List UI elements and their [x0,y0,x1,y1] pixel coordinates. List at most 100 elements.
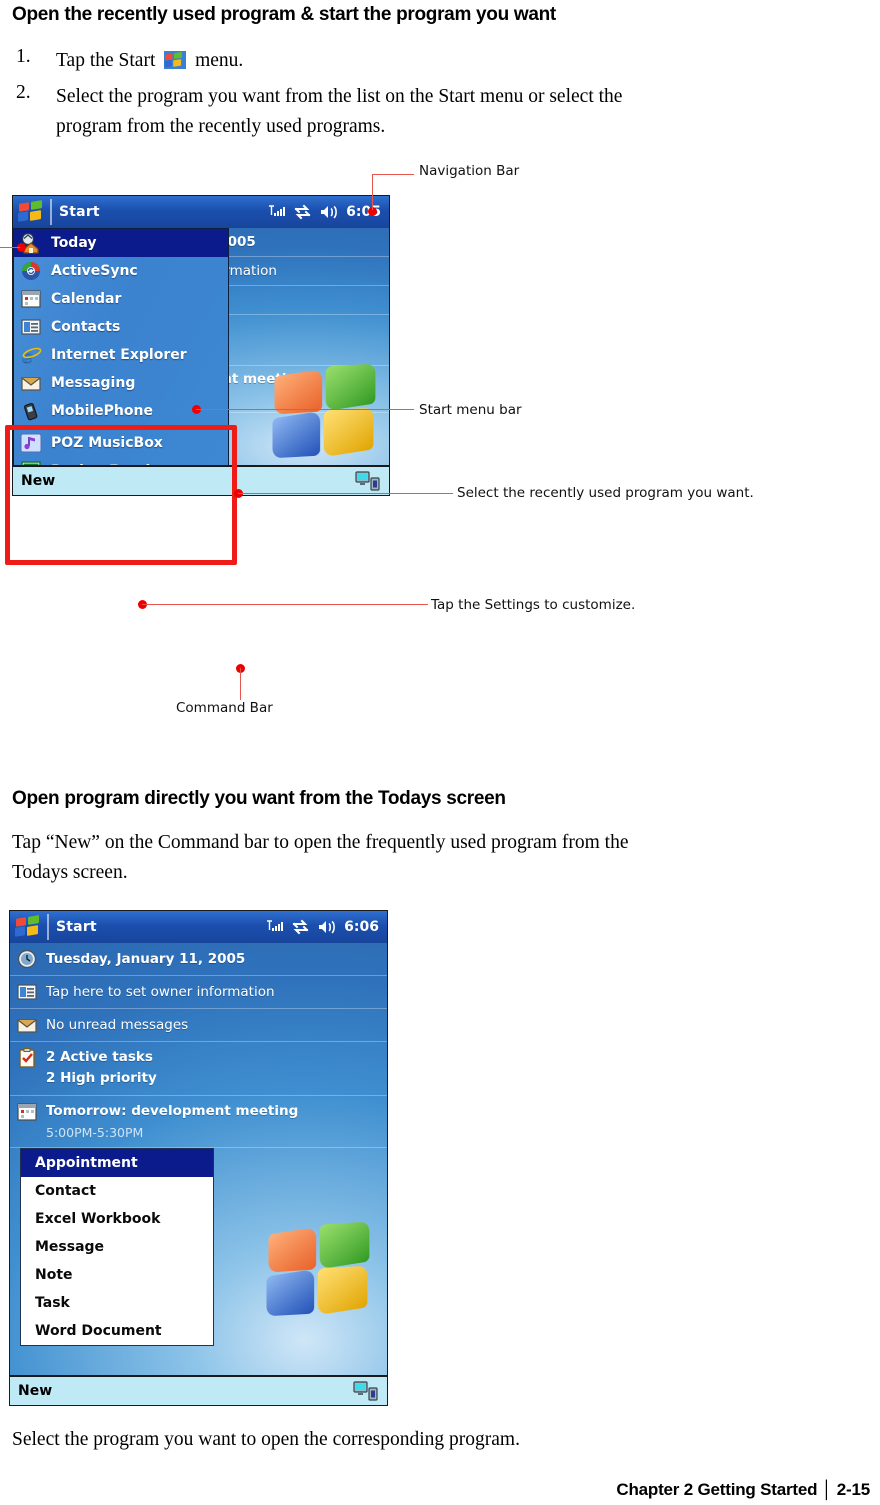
today-row-tasks[interactable]: 2 Active tasks 2 High priority [10,1042,387,1096]
start-button[interactable] [18,200,46,224]
new-popup-menu: Appointment Contact Excel Workbook Messa… [20,1148,214,1346]
input-panel-icon[interactable] [353,1381,379,1401]
start-menu-item-label: Today [51,235,97,251]
section2-line-2: Todays screen. [12,862,128,883]
volume-speaker-icon[interactable] [319,204,339,220]
new-button[interactable]: New [21,473,55,489]
today-row-text: No unread messages [46,1017,189,1033]
command-bar: New [10,1375,387,1405]
music-note-icon [20,432,42,454]
start-menu-item-activesync[interactable]: ActiveSync [14,257,228,285]
today-row-text: Tomorrow: development meeting [46,1103,299,1119]
start-label: Start [59,204,100,220]
callout-label-navigation-bar: Navigation Bar [419,163,520,179]
callout-label-recently-used: Select the recently used program you wan… [457,485,754,501]
callout-label-command-bar: Command Bar [176,700,273,716]
activesync-icon [20,260,42,282]
closing-paragraph: Select the program you want to open the … [12,1429,520,1450]
today-row-text: 2 Active tasks [46,1049,153,1065]
start-label: Start [56,919,97,935]
step-2-line-1: Select the program you want from the lis… [56,86,623,107]
callout-label-settings: Tap the Settings to customize. [431,597,636,613]
new-menu-item-label: Appointment [35,1155,138,1171]
navbar-status-icons: 6:06 [266,919,387,935]
start-menu-item-label: Messaging [51,375,136,391]
new-menu-item-task[interactable]: Task [21,1289,213,1317]
signal-strength-icon[interactable] [268,204,286,220]
callout-line-start-menu-bar [196,409,414,410]
pda-screenshot-start-menu: Start 6:05 2005 information ment meeting… [12,195,390,496]
today-row-subtext: 2 High priority [46,1070,157,1086]
start-menu-item-label: ActiveSync [51,263,138,279]
new-menu-item-appointment[interactable]: Appointment [21,1149,213,1177]
new-menu-item-message[interactable]: Message [21,1233,213,1261]
start-menu-recent-poz-musicbox[interactable]: POZ MusicBox [14,429,228,457]
activesync-connection-icon[interactable] [291,919,310,935]
new-menu-item-excel-workbook[interactable]: Excel Workbook [21,1205,213,1233]
start-menu-item-label: MobilePhone [51,403,153,419]
start-menu-item-messaging[interactable]: Messaging [14,369,228,397]
volume-speaker-icon[interactable] [317,919,337,935]
start-menu-item-contacts[interactable]: Contacts [14,313,228,341]
callout-line-recently-used [238,493,453,494]
step-2-text: Select the program you want from the lis… [56,82,856,142]
page-footer: Chapter 2 Getting Started │ 2-15 [616,1480,870,1499]
start-menu-item-today[interactable]: Today [14,229,228,257]
section2-line-1: Tap “New” on the Command bar to open the… [12,832,629,853]
manual-page: Open the recently used program & start t… [0,0,880,1505]
messaging-envelope-icon [20,372,42,394]
calendar-icon [20,288,42,310]
messaging-envelope-icon [16,1014,38,1036]
today-screen: Tuesday, January 11, 2005 Tap here to se… [10,943,387,1375]
pda-screenshot-new-menu: Start 6:06 Tuesday, January 11, 2005 Tap… [9,910,388,1406]
step-1-text: Tap the Start menu. [56,46,243,76]
start-menu-item-label: Calendar [51,291,122,307]
start-menu: Today ActiveSync Calendar Contacts e Int… [13,228,229,495]
today-row-owner[interactable]: Tap here to set owner information [10,976,387,1009]
step-1-text-after: menu. [195,50,244,71]
callout-line-today-item [0,247,20,248]
callout-line-settings [142,604,428,605]
new-menu-item-label: Excel Workbook [35,1211,161,1227]
step-2-line-2: program from the recently used programs. [56,116,386,137]
activesync-connection-icon[interactable] [293,204,312,220]
navigation-bar: Start [13,196,389,228]
start-menu-separator-top [14,426,228,428]
callout-label-start-menu-bar: Start menu bar [419,402,522,418]
callout-line-navigation-bar-v [372,174,373,210]
navbar-divider [47,914,49,940]
internet-explorer-icon: e [20,344,42,366]
today-row-text: Tap here to set owner information [46,984,275,1000]
start-menu-recent-label: POZ MusicBox [51,435,163,451]
start-button[interactable] [15,915,43,939]
today-row-messages[interactable]: No unread messages [10,1009,387,1042]
contacts-card-icon [20,316,42,338]
today-row-appointment[interactable]: Tomorrow: development meeting 5:00PM-5:3… [10,1096,387,1148]
new-menu-item-label: Word Document [35,1323,162,1339]
new-menu-item-contact[interactable]: Contact [21,1177,213,1205]
input-panel-icon[interactable] [355,471,381,491]
new-menu-item-label: Message [35,1239,105,1255]
signal-strength-icon[interactable] [266,919,284,935]
new-menu-item-label: Contact [35,1183,96,1199]
start-menu-item-internet-explorer[interactable]: e Internet Explorer [14,341,228,369]
mobilephone-icon [20,400,42,422]
clock-icon [16,948,38,970]
navbar-clock[interactable]: 6:06 [344,919,379,935]
today-row-text: Tuesday, January 11, 2005 [46,951,246,967]
start-menu-item-label: Contacts [51,319,121,335]
new-menu-item-word-document[interactable]: Word Document [21,1317,213,1345]
tasks-clipboard-icon [16,1047,38,1069]
windows-start-flag-icon [164,51,187,69]
start-menu-item-calendar[interactable]: Calendar [14,285,228,313]
new-button[interactable]: New [18,1383,52,1399]
new-menu-item-note[interactable]: Note [21,1261,213,1289]
section2-paragraph: Tap “New” on the Command bar to open the… [12,828,852,888]
new-menu-item-label: Task [35,1295,70,1311]
new-menu-item-label: Note [35,1267,73,1283]
today-row-date[interactable]: Tuesday, January 11, 2005 [10,943,387,976]
start-menu-item-label: Internet Explorer [51,347,187,363]
section1-heading: Open the recently used program & start t… [12,4,556,25]
navbar-divider [50,199,52,225]
step-2-number: 2. [16,82,31,103]
